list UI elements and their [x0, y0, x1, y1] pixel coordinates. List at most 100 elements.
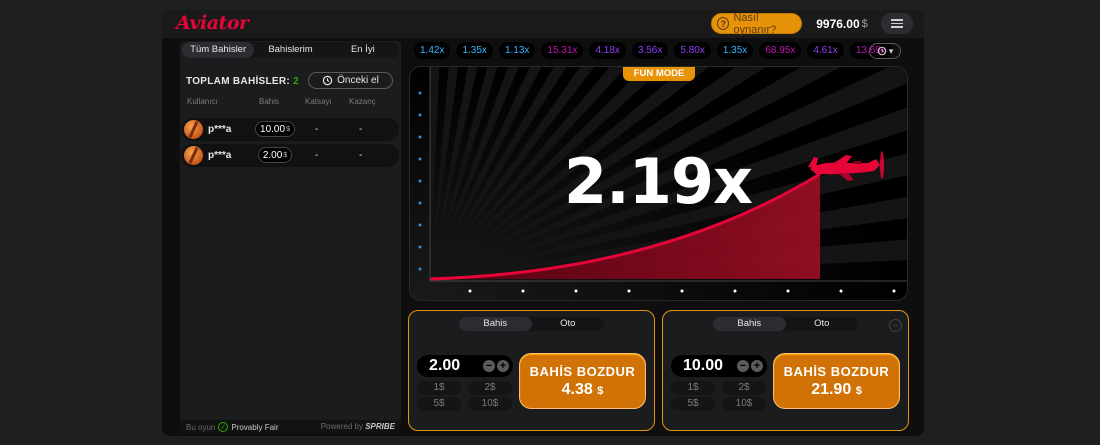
history-chip[interactable]: 68.95x	[759, 42, 802, 59]
avatar	[184, 120, 203, 139]
x-axis-dot	[574, 289, 578, 293]
menu-button[interactable]	[881, 13, 913, 34]
history-chip[interactable]: 1.42x	[414, 42, 451, 59]
y-axis-dot	[418, 267, 422, 271]
quick-amount-10[interactable]: 10$	[722, 397, 766, 411]
quick-amount-10[interactable]: 10$	[468, 397, 512, 411]
col-multiplier: Katsayı	[305, 97, 332, 106]
quick-amount-5[interactable]: 5$	[417, 397, 461, 411]
spribe-logo: SPRIBE	[365, 422, 395, 431]
plus-icon[interactable]: +	[751, 360, 763, 372]
minus-icon[interactable]: −	[483, 360, 495, 372]
left-footer: Bu oyun ✓ Provably Fair Powered by SPRIB…	[180, 420, 401, 434]
stake-value: 10.00	[683, 357, 724, 374]
history-chip[interactable]: 1.35x	[716, 42, 754, 59]
quick-amount-5[interactable]: 5$	[671, 397, 715, 411]
bets-panel: Tüm Bahisler Bahislerim En İyi TOPLAM BA…	[180, 41, 401, 434]
bet-mode-tabs: Bahis Oto	[459, 317, 604, 331]
cashout-label: BAHİS BOZDUR	[783, 364, 890, 379]
cashout-currency: $	[597, 385, 604, 397]
y-axis-dot	[418, 201, 422, 205]
history-chip[interactable]: 1.35x	[456, 42, 493, 59]
bet-panel-2: Bahis Oto − 10.00 − + 1$ 2$ 5$ 10$ BAHİS…	[662, 310, 909, 431]
cashout-currency: $	[855, 385, 862, 397]
shield-check-icon: ✓	[218, 422, 229, 432]
bet-win: -	[359, 124, 363, 135]
cashout-label: BAHİS BOZDUR	[529, 364, 636, 379]
bet-mode-tabs: Bahis Oto	[713, 317, 858, 331]
footer-prefix: Bu oyun	[186, 422, 216, 432]
y-axis-dot	[418, 245, 422, 249]
stake-value: 2.00	[429, 357, 461, 374]
tab-auto[interactable]: Oto	[532, 317, 605, 331]
multiplier-history: 1.42x 1.35x 1.13x 15.31x 4.18x 3.56x 5.80x 1.35…	[414, 42, 892, 59]
minus-icon[interactable]: −	[737, 360, 749, 372]
balance-display: 9976.00 $	[809, 13, 875, 34]
bet-amount: 2.00 $	[258, 147, 292, 163]
bet-amount-value: 10.00	[260, 123, 286, 135]
quick-amount-1[interactable]: 1$	[417, 381, 461, 395]
cashout-button[interactable]: BAHİS BOZDUR 4.38 $	[519, 353, 646, 409]
x-axis-dot	[733, 289, 737, 293]
history-chip[interactable]: 4.18x	[589, 42, 626, 59]
current-multiplier: 2.19x	[564, 145, 753, 218]
col-user: Kullanıcı	[187, 97, 218, 106]
col-win: Kazanç	[349, 97, 376, 106]
quick-amount-1[interactable]: 1$	[671, 381, 715, 395]
hamburger-icon	[891, 19, 903, 21]
x-axis-dot	[892, 289, 896, 293]
bet-amount: 10.00 $	[255, 121, 295, 137]
provably-fair-link[interactable]: Bu oyun ✓ Provably Fair	[186, 422, 278, 432]
bet-multiplier: -	[315, 150, 319, 161]
x-axis-dot	[839, 289, 843, 293]
bets-list: TOPLAM BAHİSLER: 2 Önceki el Kullanıcı B…	[180, 63, 401, 168]
hamburger-icon-line	[891, 22, 903, 25]
remove-panel-icon[interactable]: −	[889, 319, 902, 332]
y-axis-dot	[418, 135, 422, 139]
stake-stepper[interactable]: 2.00 − +	[417, 355, 513, 377]
col-bet: Bahis	[259, 97, 280, 106]
previous-round-button[interactable]: Önceki el	[308, 72, 393, 89]
quick-amount-2[interactable]: 2$	[722, 381, 766, 395]
previous-round-label: Önceki el	[337, 75, 379, 86]
plus-icon[interactable]: +	[497, 360, 509, 372]
cashout-amount-value: 4.38	[561, 381, 593, 398]
balance-currency: $	[861, 17, 868, 30]
history-toggle-button[interactable]: ▾	[869, 43, 901, 59]
cashout-amount: 21.90 $	[774, 381, 899, 399]
history-chip[interactable]: 5.80x	[674, 42, 711, 59]
history-chip[interactable]: 4.61x	[807, 42, 844, 59]
tab-auto[interactable]: Oto	[786, 317, 859, 331]
history-chip[interactable]: 1.13x	[498, 42, 536, 59]
stake-stepper[interactable]: 10.00 − +	[671, 355, 767, 377]
total-bets-count: 2	[293, 76, 300, 87]
quick-amount-2[interactable]: 2$	[468, 381, 512, 395]
history-icon	[877, 46, 887, 56]
total-bets: TOPLAM BAHİSLER: 2	[186, 76, 299, 87]
game-canvas: FUN MODE 2.19x	[409, 66, 908, 301]
cashout-amount-value: 21.90	[811, 381, 852, 398]
tab-my-bets[interactable]: Bahislerim	[254, 42, 326, 58]
aviator-logo: Aviator	[176, 12, 249, 34]
tab-top[interactable]: En İyi	[327, 42, 399, 58]
provably-fair-label: Provably Fair	[231, 422, 279, 432]
x-axis-dot	[680, 289, 684, 293]
history-chip[interactable]: 15.31x	[541, 42, 584, 59]
fun-mode-badge: FUN MODE	[623, 67, 695, 81]
aviator-game-window: Aviator ? Nasıl oynanır? 9976.00 $ Tüm B…	[162, 10, 924, 436]
history-chip[interactable]: 3.56x	[631, 42, 669, 59]
tab-bet[interactable]: Bahis	[713, 317, 786, 331]
y-axis-dot	[418, 179, 422, 183]
balance-amount: 9976.00	[816, 16, 860, 31]
powered-by: Powered by SPRIBE	[321, 422, 395, 431]
tab-bet[interactable]: Bahis	[459, 317, 532, 331]
bets-tabs: Tüm Bahisler Bahislerim En İyi	[182, 42, 399, 58]
hamburger-icon-line	[891, 26, 903, 28]
cashout-button[interactable]: BAHİS BOZDUR 21.90 $	[773, 353, 900, 409]
x-axis-dot	[627, 289, 631, 293]
how-to-play-button[interactable]: ? Nasıl oynanır?	[711, 12, 802, 36]
x-axis-dot	[521, 289, 525, 293]
x-axis-dot	[468, 289, 472, 293]
bet-user: p***a	[208, 150, 232, 161]
tab-all-bets[interactable]: Tüm Bahisler	[182, 42, 255, 58]
